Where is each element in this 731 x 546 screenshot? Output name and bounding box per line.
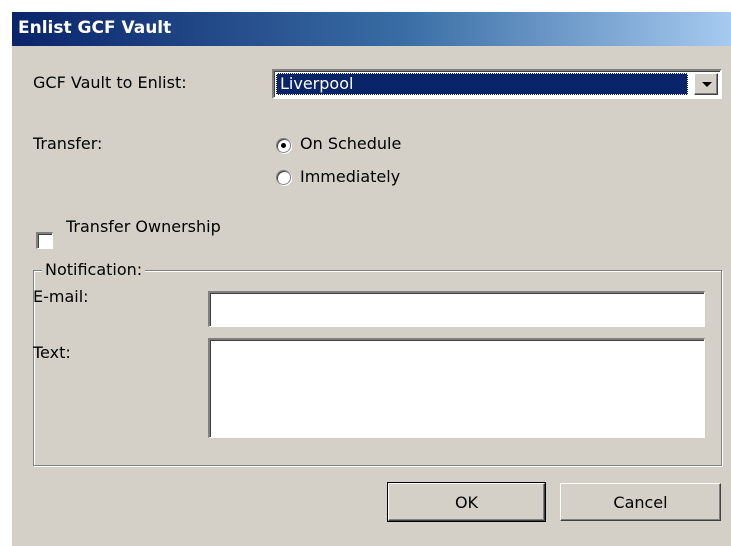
enlist-dialog: Enlist GCF Vault GCF Vault to Enlist: Li… [12,12,731,546]
notification-legend: Notification: [42,260,146,279]
text-label: Text: [33,343,71,362]
chevron-down-icon[interactable] [694,73,718,95]
ok-button[interactable]: OK [387,482,546,522]
radio-on-schedule-label[interactable]: On Schedule [300,134,401,153]
transfer-label: Transfer: [33,134,103,153]
radio-immediately-label[interactable]: Immediately [300,167,400,186]
transfer-ownership-label[interactable]: Transfer Ownership [66,217,221,236]
vault-dropdown[interactable]: Liverpool [272,69,722,99]
vault-label: GCF Vault to Enlist: [33,73,187,92]
radio-on-schedule[interactable] [276,138,291,153]
notification-text-area[interactable] [208,338,705,438]
cancel-button[interactable]: Cancel [560,483,721,521]
email-label: E-mail: [33,287,89,306]
transfer-ownership-checkbox[interactable] [36,232,53,249]
vault-selected-value: Liverpool [276,73,688,95]
email-field[interactable] [208,291,705,327]
radio-immediately[interactable] [276,170,291,185]
title-bar[interactable]: Enlist GCF Vault [12,12,731,46]
window-title: Enlist GCF Vault [18,18,172,38]
